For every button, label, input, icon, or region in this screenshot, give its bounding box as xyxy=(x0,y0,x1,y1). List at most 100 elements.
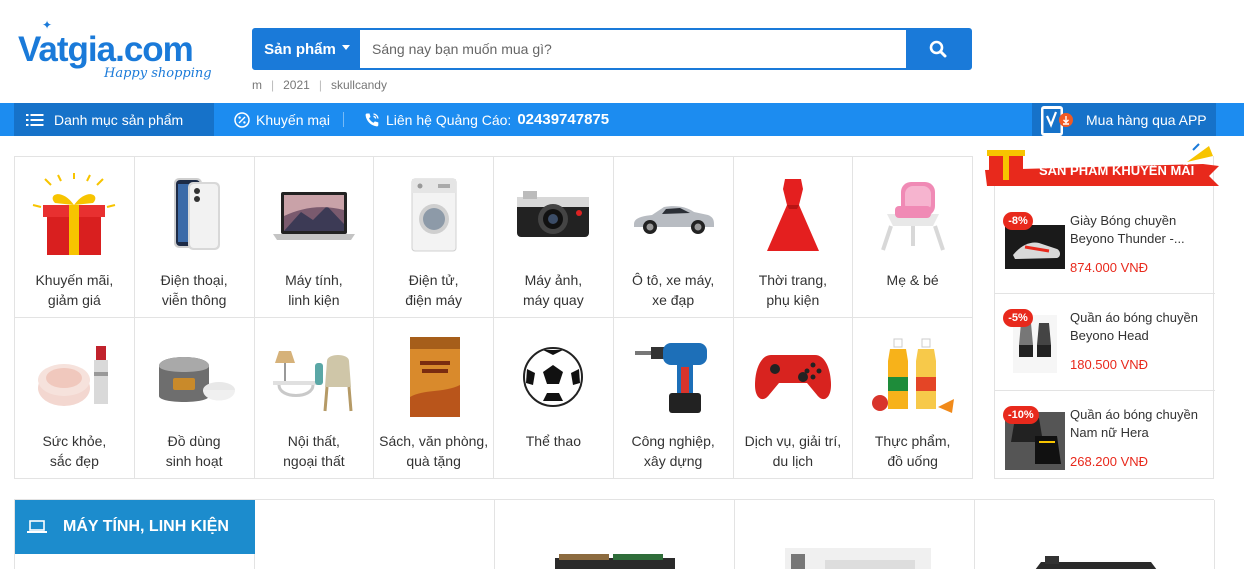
mobile-app-icon xyxy=(1041,106,1073,136)
category-label: Thể thao xyxy=(525,433,581,449)
category-menu-button[interactable]: Danh mục sản phẩm xyxy=(14,103,214,136)
category-label: Dịch vụ, giải trí, du lịch xyxy=(744,433,842,469)
category-menu-label: Danh mục sản phẩm xyxy=(54,111,184,128)
promo-product-price: 874.000 VNĐ xyxy=(1070,260,1149,275)
category-label: Khuyến mãi, giảm giá xyxy=(35,272,114,308)
car-icon xyxy=(634,206,715,234)
category-section: MÁY TÍNH, LINH KIỆN xyxy=(14,499,1215,569)
drill-icon xyxy=(635,343,708,413)
category-item-cameras[interactable]: Máy ảnh, máy quay xyxy=(494,157,614,318)
search-bar: Sản phẩm xyxy=(252,28,972,70)
promo-title: SẢN PHẨM KHUYẾN MÃI xyxy=(1039,163,1195,178)
promo-item[interactable]: -8% Giày Bóng chuyền Beyono Thunder -...… xyxy=(995,198,1215,294)
category-item-food-drink[interactable]: Thực phẩm, đồ uống xyxy=(853,318,973,479)
product-image xyxy=(785,548,931,569)
category-item-fashion[interactable]: Thời trang, phụ kiện xyxy=(733,157,854,318)
promo-product-name[interactable]: Giày Bóng chuyền Beyono Thunder -... xyxy=(1070,212,1210,248)
search-icon xyxy=(929,40,947,58)
app-download-button[interactable]: Mua hàng qua APP xyxy=(1032,103,1216,136)
category-item-furniture[interactable]: Nội thất, ngoại thất xyxy=(254,318,375,479)
gamepad-icon xyxy=(754,355,831,400)
discount-badge: -8% xyxy=(1003,212,1033,230)
main-navbar: Danh mục sản phẩm Khuyến mại Liên hệ Quả… xyxy=(0,103,1244,136)
category-label: Thực phẩm, đồ uống xyxy=(874,433,951,469)
category-label: Ô tô, xe máy, xe đạp xyxy=(632,272,715,308)
nav-contact-label: Liên hệ Quảng Cáo: xyxy=(386,111,512,128)
discount-badge: -5% xyxy=(1003,309,1033,327)
rice-cooker-icon xyxy=(159,357,236,402)
category-grid: Khuyến mãi, giảm giá Điện thoại, viễn th… xyxy=(14,156,973,479)
keyword-separator: | xyxy=(318,78,322,92)
promo-item[interactable]: -10% Quần áo bóng chuyền Nam nữ Hera 268… xyxy=(995,392,1215,488)
product-image xyxy=(555,554,675,569)
category-label: Máy tính, linh kiện xyxy=(285,272,343,308)
keyword-separator: | xyxy=(271,78,275,92)
section-column: MÁY TÍNH, LINH KIỆN xyxy=(15,500,255,569)
category-item-services[interactable]: Dịch vụ, giải trí, du lịch xyxy=(733,318,854,479)
nav-contact[interactable]: Liên hệ Quảng Cáo: 02439747875 xyxy=(364,103,609,136)
section-header[interactable]: MÁY TÍNH, LINH KIỆN xyxy=(15,500,255,554)
category-item-computers[interactable]: Máy tính, linh kiện xyxy=(254,157,375,318)
search-input[interactable] xyxy=(360,30,906,68)
category-item-mother-baby[interactable]: Mẹ & bé xyxy=(853,157,973,318)
juice-icon xyxy=(871,338,954,413)
camera-icon xyxy=(517,191,590,237)
dress-icon xyxy=(766,179,819,251)
category-label: Sách, văn phòng, quà tặng xyxy=(379,433,489,469)
product-image xyxy=(1035,556,1157,569)
logo-text: Vatgia.com xyxy=(18,30,194,69)
category-item-books[interactable]: Sách, văn phòng, quà tặng xyxy=(374,318,494,479)
category-item-household[interactable]: Đồ dùng sinh hoạt xyxy=(134,318,255,479)
promo-product-price: 180.500 VNĐ xyxy=(1070,357,1149,372)
nav-promo-link[interactable]: Khuyến mại xyxy=(234,103,330,136)
app-download-label: Mua hàng qua APP xyxy=(1086,111,1207,128)
nav-divider xyxy=(343,112,344,127)
category-label: Mẹ & bé xyxy=(886,272,939,288)
category-item-vehicles[interactable]: Ô tô, xe máy, xe đạp xyxy=(613,157,734,318)
nav-contact-phone: 02439747875 xyxy=(517,111,610,128)
keyword-link[interactable]: skullcandy xyxy=(331,78,387,92)
caret-down-icon xyxy=(341,44,350,50)
site-logo[interactable]: ✦ Vatgia.com Happy shopping xyxy=(18,18,218,88)
promo-product-name[interactable]: Quần áo bóng chuyền Nam nữ Hera xyxy=(1070,406,1210,442)
gift-icon xyxy=(33,173,116,255)
percent-icon xyxy=(234,111,250,128)
category-item-electronics[interactable]: Điện tử, điện máy xyxy=(374,157,494,318)
section-column xyxy=(255,500,495,569)
product-card[interactable] xyxy=(735,500,975,569)
discount-badge: -10% xyxy=(1003,406,1039,424)
nav-promo-label: Khuyến mại xyxy=(256,111,330,128)
baby-chair-icon xyxy=(880,182,945,251)
promo-product-name[interactable]: Quần áo bóng chuyền Beyono Head xyxy=(1070,309,1210,345)
category-label: Thời trang, phụ kiện xyxy=(758,272,828,308)
keyword-link[interactable]: m xyxy=(252,78,262,92)
promo-product-price: 268.200 VNĐ xyxy=(1070,454,1149,469)
category-label: Điện thoại, viễn thông xyxy=(160,272,228,308)
keyword-link[interactable]: 2021 xyxy=(283,78,310,92)
search-category-dropdown[interactable]: Sản phẩm xyxy=(254,30,360,68)
category-label: Sức khỏe, sắc đẹp xyxy=(42,433,107,469)
laptop-outline-icon xyxy=(27,520,47,533)
product-card[interactable] xyxy=(975,500,1215,569)
search-category-label: Sản phẩm xyxy=(264,40,336,58)
book-icon xyxy=(409,337,460,417)
product-card[interactable] xyxy=(495,500,735,569)
promo-item[interactable]: -5% Quần áo bóng chuyền Beyono Head 180.… xyxy=(995,295,1215,391)
category-label: Điện tử, điện máy xyxy=(405,272,463,308)
cosmetics-icon xyxy=(38,346,109,406)
phone-icon xyxy=(174,178,221,250)
football-icon xyxy=(523,347,584,407)
category-item-promotions[interactable]: Khuyến mãi, giảm giá xyxy=(15,157,135,318)
laptop-icon xyxy=(272,192,355,240)
category-item-sports[interactable]: Thể thao xyxy=(494,318,614,479)
category-item-phones[interactable]: Điện thoại, viễn thông xyxy=(134,157,255,318)
washing-machine-icon xyxy=(411,178,457,252)
menu-icon xyxy=(26,113,44,126)
logo-tagline: Happy shopping xyxy=(104,66,212,81)
category-label: Nội thất, ngoại thất xyxy=(283,433,345,469)
category-item-industry[interactable]: Công nghiệp, xây dựng xyxy=(613,318,734,479)
search-button[interactable] xyxy=(906,30,970,68)
category-label: Đồ dùng sinh hoạt xyxy=(165,433,223,469)
phone-call-icon xyxy=(365,112,379,126)
category-item-health-beauty[interactable]: Sức khỏe, sắc đẹp xyxy=(15,318,135,479)
